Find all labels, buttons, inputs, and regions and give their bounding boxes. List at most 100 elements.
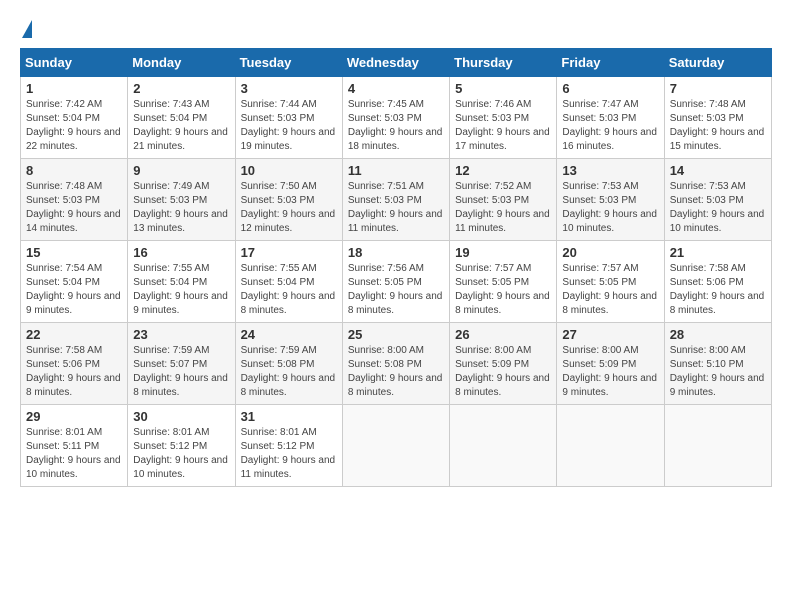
calendar-cell: 15 Sunrise: 7:54 AMSunset: 5:04 PMDaylig… [21, 241, 128, 323]
logo-triangle-icon [22, 20, 32, 38]
calendar-cell: 6 Sunrise: 7:47 AMSunset: 5:03 PMDayligh… [557, 77, 664, 159]
day-info: Sunrise: 7:55 AMSunset: 5:04 PMDaylight:… [133, 263, 228, 316]
day-number: 7 [670, 81, 766, 96]
calendar-header-monday: Monday [128, 49, 235, 77]
calendar-header-sunday: Sunday [21, 49, 128, 77]
day-info: Sunrise: 7:48 AMSunset: 5:03 PMDaylight:… [26, 181, 121, 234]
day-number: 14 [670, 163, 766, 178]
calendar-cell: 4 Sunrise: 7:45 AMSunset: 5:03 PMDayligh… [342, 77, 449, 159]
day-number: 10 [241, 163, 337, 178]
calendar-cell [664, 405, 771, 487]
calendar-cell: 21 Sunrise: 7:58 AMSunset: 5:06 PMDaylig… [664, 241, 771, 323]
logo [20, 20, 32, 38]
day-info: Sunrise: 7:53 AMSunset: 5:03 PMDaylight:… [562, 181, 657, 234]
day-number: 18 [348, 245, 444, 260]
day-info: Sunrise: 7:57 AMSunset: 5:05 PMDaylight:… [455, 263, 550, 316]
day-info: Sunrise: 7:53 AMSunset: 5:03 PMDaylight:… [670, 181, 765, 234]
calendar-header-thursday: Thursday [450, 49, 557, 77]
day-number: 16 [133, 245, 229, 260]
day-info: Sunrise: 7:52 AMSunset: 5:03 PMDaylight:… [455, 181, 550, 234]
calendar-cell: 17 Sunrise: 7:55 AMSunset: 5:04 PMDaylig… [235, 241, 342, 323]
day-number: 5 [455, 81, 551, 96]
day-number: 2 [133, 81, 229, 96]
calendar-table: SundayMondayTuesdayWednesdayThursdayFrid… [20, 48, 772, 487]
calendar-cell [342, 405, 449, 487]
calendar-cell: 9 Sunrise: 7:49 AMSunset: 5:03 PMDayligh… [128, 159, 235, 241]
day-info: Sunrise: 7:46 AMSunset: 5:03 PMDaylight:… [455, 99, 550, 152]
calendar-cell: 27 Sunrise: 8:00 AMSunset: 5:09 PMDaylig… [557, 323, 664, 405]
day-info: Sunrise: 8:01 AMSunset: 5:11 PMDaylight:… [26, 427, 121, 480]
calendar-cell: 10 Sunrise: 7:50 AMSunset: 5:03 PMDaylig… [235, 159, 342, 241]
calendar-cell: 7 Sunrise: 7:48 AMSunset: 5:03 PMDayligh… [664, 77, 771, 159]
day-info: Sunrise: 7:57 AMSunset: 5:05 PMDaylight:… [562, 263, 657, 316]
day-number: 21 [670, 245, 766, 260]
calendar-header-saturday: Saturday [664, 49, 771, 77]
calendar-cell: 29 Sunrise: 8:01 AMSunset: 5:11 PMDaylig… [21, 405, 128, 487]
calendar-week-row: 15 Sunrise: 7:54 AMSunset: 5:04 PMDaylig… [21, 241, 772, 323]
day-info: Sunrise: 8:00 AMSunset: 5:10 PMDaylight:… [670, 345, 765, 398]
day-number: 13 [562, 163, 658, 178]
calendar-cell [450, 405, 557, 487]
calendar-week-row: 29 Sunrise: 8:01 AMSunset: 5:11 PMDaylig… [21, 405, 772, 487]
day-info: Sunrise: 8:00 AMSunset: 5:08 PMDaylight:… [348, 345, 443, 398]
calendar-header-friday: Friday [557, 49, 664, 77]
calendar-cell: 30 Sunrise: 8:01 AMSunset: 5:12 PMDaylig… [128, 405, 235, 487]
calendar-cell: 8 Sunrise: 7:48 AMSunset: 5:03 PMDayligh… [21, 159, 128, 241]
day-info: Sunrise: 8:01 AMSunset: 5:12 PMDaylight:… [241, 427, 336, 480]
day-info: Sunrise: 7:42 AMSunset: 5:04 PMDaylight:… [26, 99, 121, 152]
day-number: 19 [455, 245, 551, 260]
calendar-cell: 3 Sunrise: 7:44 AMSunset: 5:03 PMDayligh… [235, 77, 342, 159]
day-number: 3 [241, 81, 337, 96]
day-info: Sunrise: 7:59 AMSunset: 5:08 PMDaylight:… [241, 345, 336, 398]
calendar-cell: 16 Sunrise: 7:55 AMSunset: 5:04 PMDaylig… [128, 241, 235, 323]
day-number: 31 [241, 409, 337, 424]
day-info: Sunrise: 7:50 AMSunset: 5:03 PMDaylight:… [241, 181, 336, 234]
day-info: Sunrise: 7:47 AMSunset: 5:03 PMDaylight:… [562, 99, 657, 152]
calendar-header-row: SundayMondayTuesdayWednesdayThursdayFrid… [21, 49, 772, 77]
calendar-cell: 23 Sunrise: 7:59 AMSunset: 5:07 PMDaylig… [128, 323, 235, 405]
day-info: Sunrise: 7:49 AMSunset: 5:03 PMDaylight:… [133, 181, 228, 234]
day-info: Sunrise: 7:59 AMSunset: 5:07 PMDaylight:… [133, 345, 228, 398]
day-number: 20 [562, 245, 658, 260]
day-info: Sunrise: 7:58 AMSunset: 5:06 PMDaylight:… [670, 263, 765, 316]
day-number: 1 [26, 81, 122, 96]
day-info: Sunrise: 7:55 AMSunset: 5:04 PMDaylight:… [241, 263, 336, 316]
calendar-header-tuesday: Tuesday [235, 49, 342, 77]
calendar-cell: 22 Sunrise: 7:58 AMSunset: 5:06 PMDaylig… [21, 323, 128, 405]
day-number: 11 [348, 163, 444, 178]
calendar-header-wednesday: Wednesday [342, 49, 449, 77]
day-number: 6 [562, 81, 658, 96]
calendar-body: 1 Sunrise: 7:42 AMSunset: 5:04 PMDayligh… [21, 77, 772, 487]
calendar-cell: 19 Sunrise: 7:57 AMSunset: 5:05 PMDaylig… [450, 241, 557, 323]
calendar-cell: 28 Sunrise: 8:00 AMSunset: 5:10 PMDaylig… [664, 323, 771, 405]
day-number: 12 [455, 163, 551, 178]
day-number: 28 [670, 327, 766, 342]
day-number: 4 [348, 81, 444, 96]
calendar-cell: 2 Sunrise: 7:43 AMSunset: 5:04 PMDayligh… [128, 77, 235, 159]
day-number: 24 [241, 327, 337, 342]
day-info: Sunrise: 8:00 AMSunset: 5:09 PMDaylight:… [562, 345, 657, 398]
day-number: 25 [348, 327, 444, 342]
day-info: Sunrise: 7:58 AMSunset: 5:06 PMDaylight:… [26, 345, 121, 398]
calendar-cell: 31 Sunrise: 8:01 AMSunset: 5:12 PMDaylig… [235, 405, 342, 487]
calendar-cell: 11 Sunrise: 7:51 AMSunset: 5:03 PMDaylig… [342, 159, 449, 241]
day-number: 9 [133, 163, 229, 178]
calendar-cell: 5 Sunrise: 7:46 AMSunset: 5:03 PMDayligh… [450, 77, 557, 159]
day-info: Sunrise: 7:56 AMSunset: 5:05 PMDaylight:… [348, 263, 443, 316]
calendar-week-row: 8 Sunrise: 7:48 AMSunset: 5:03 PMDayligh… [21, 159, 772, 241]
calendar-week-row: 1 Sunrise: 7:42 AMSunset: 5:04 PMDayligh… [21, 77, 772, 159]
calendar-cell: 1 Sunrise: 7:42 AMSunset: 5:04 PMDayligh… [21, 77, 128, 159]
day-info: Sunrise: 7:51 AMSunset: 5:03 PMDaylight:… [348, 181, 443, 234]
calendar-cell: 14 Sunrise: 7:53 AMSunset: 5:03 PMDaylig… [664, 159, 771, 241]
day-number: 17 [241, 245, 337, 260]
calendar-cell: 26 Sunrise: 8:00 AMSunset: 5:09 PMDaylig… [450, 323, 557, 405]
day-info: Sunrise: 7:54 AMSunset: 5:04 PMDaylight:… [26, 263, 121, 316]
day-number: 15 [26, 245, 122, 260]
day-number: 30 [133, 409, 229, 424]
day-info: Sunrise: 7:45 AMSunset: 5:03 PMDaylight:… [348, 99, 443, 152]
day-number: 23 [133, 327, 229, 342]
day-info: Sunrise: 8:01 AMSunset: 5:12 PMDaylight:… [133, 427, 228, 480]
day-info: Sunrise: 7:43 AMSunset: 5:04 PMDaylight:… [133, 99, 228, 152]
day-number: 27 [562, 327, 658, 342]
calendar-cell [557, 405, 664, 487]
